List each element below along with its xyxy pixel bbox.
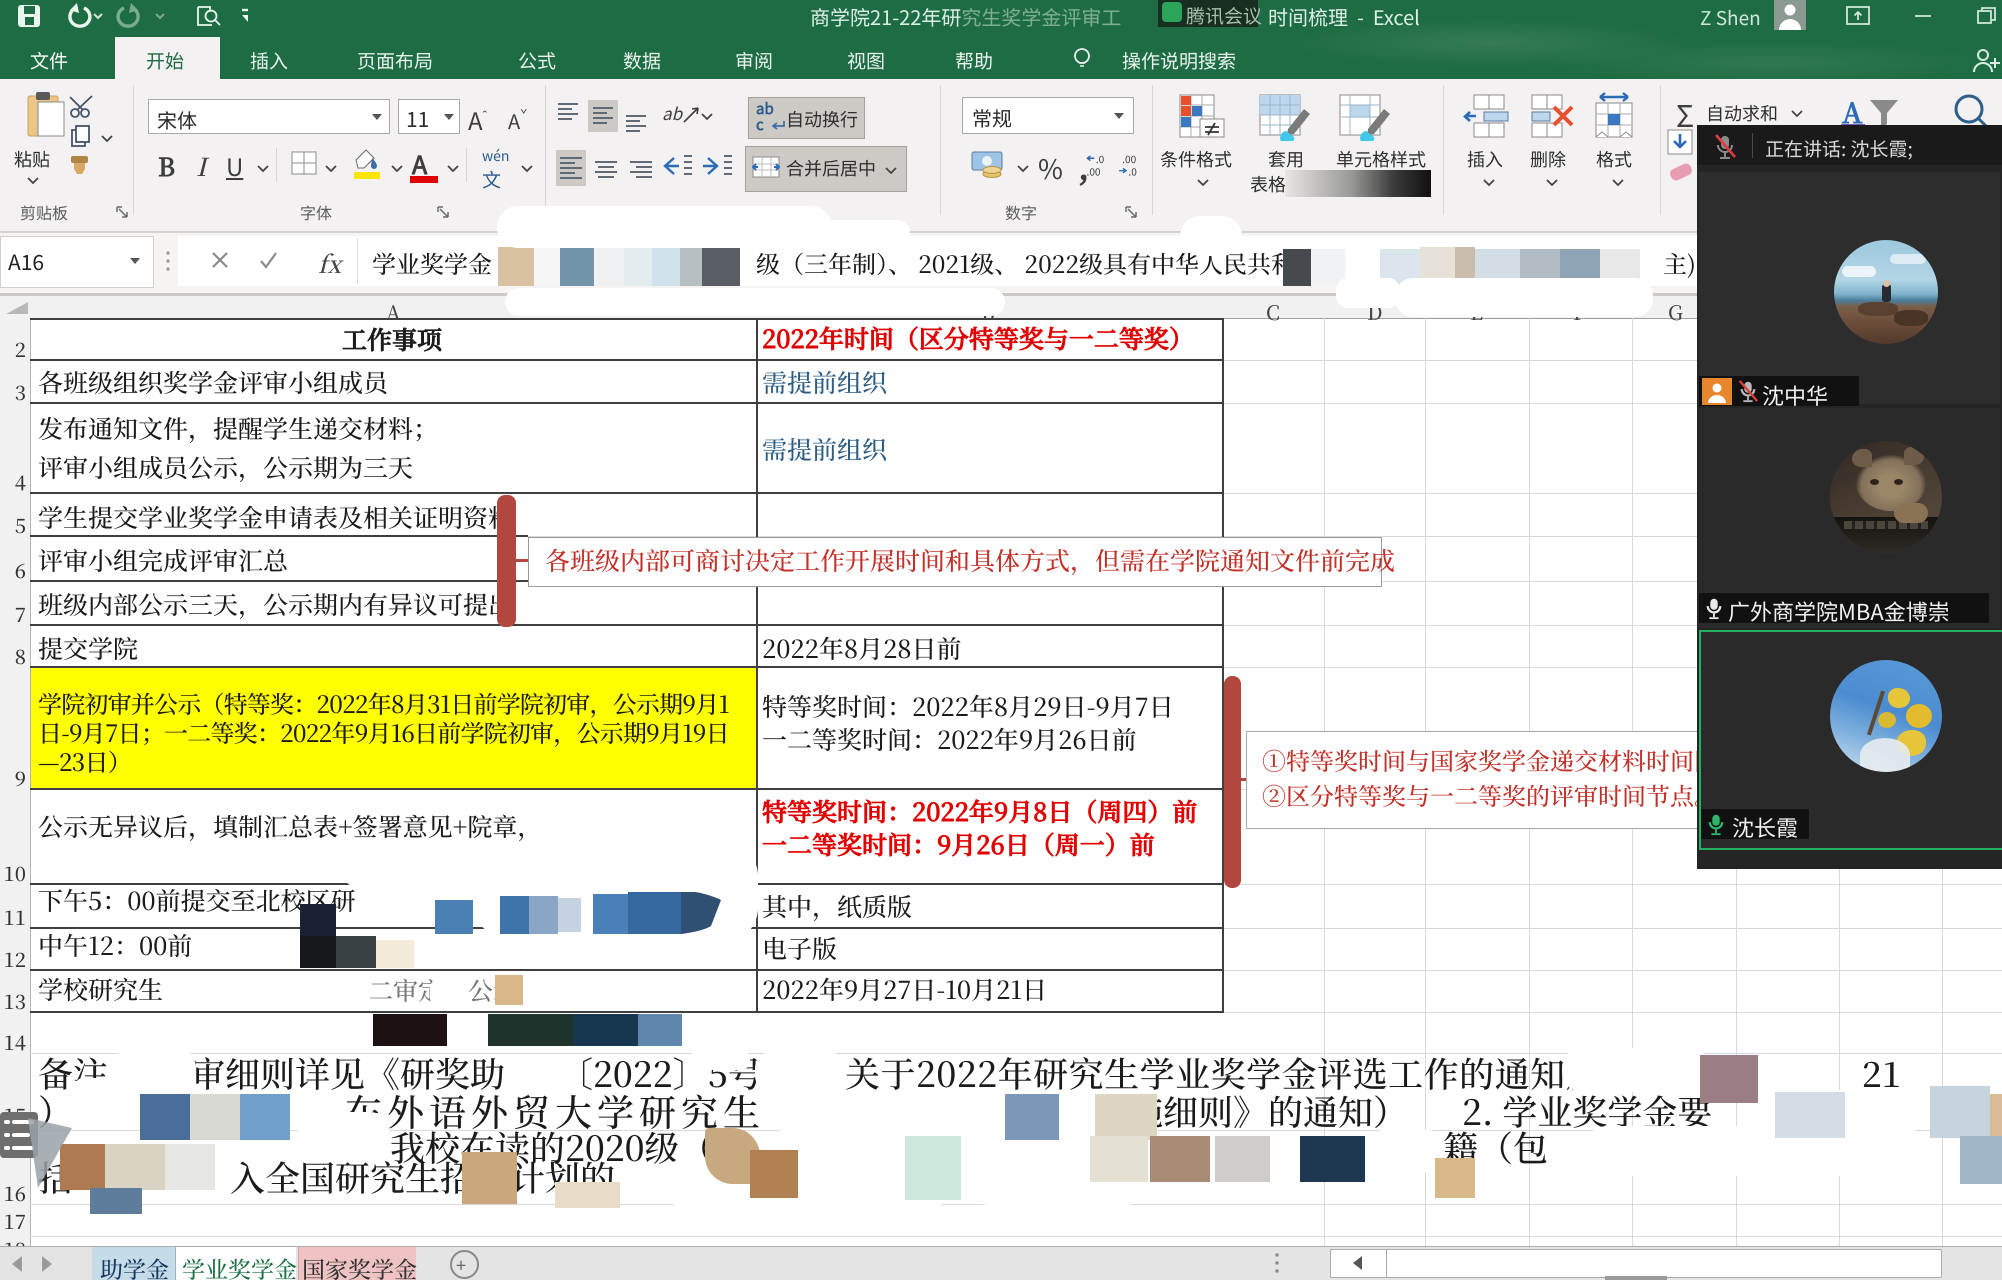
svg-text:ab: ab <box>662 100 684 125</box>
svg-text:.00: .00 <box>1087 163 1101 178</box>
svg-text:.0: .0 <box>1128 163 1137 178</box>
